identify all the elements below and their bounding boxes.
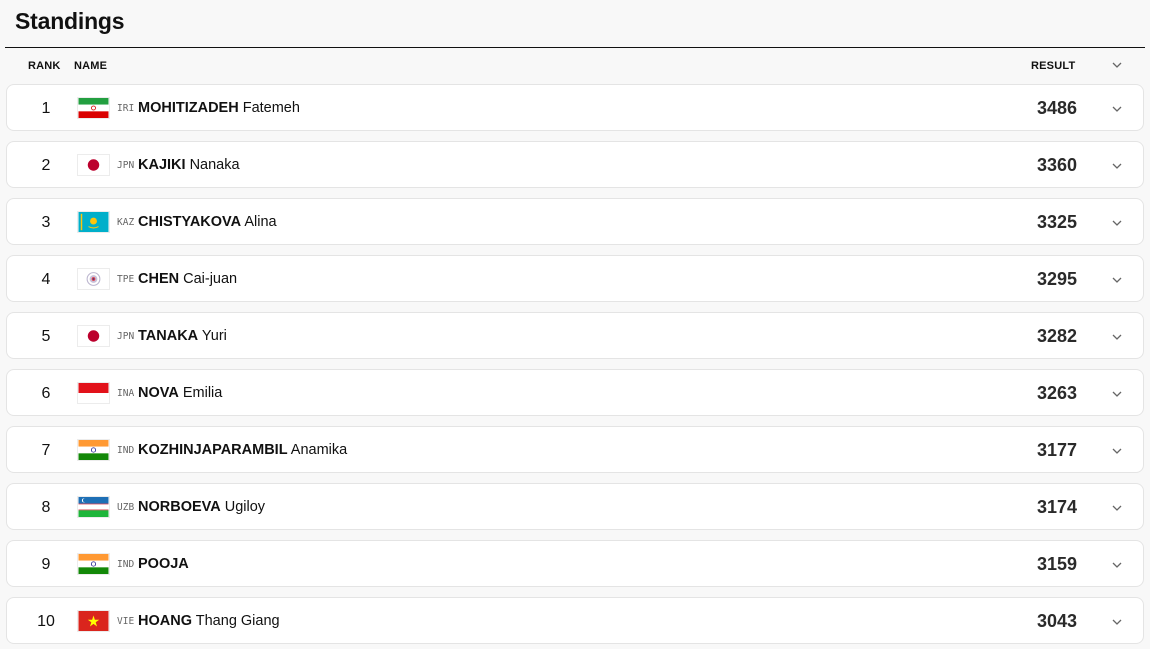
japan-flag-icon (77, 154, 110, 176)
country-code: UZB (117, 502, 135, 513)
result-value: 3043 (1036, 611, 1077, 631)
athlete-surname: NORBOEVA (138, 499, 221, 515)
athlete-name: NOVA Emilia (138, 370, 222, 417)
athlete-name: MOHITIZADEH Fatemeh (138, 85, 300, 132)
athlete-given-name: Anamika (290, 442, 348, 458)
iran-flag-icon (77, 97, 110, 119)
athlete-name: KAJIKI Nanaka (138, 142, 240, 189)
chevron-down-icon[interactable] (1110, 615, 1124, 629)
athlete-surname: TANAKA (138, 328, 199, 344)
uzbekistan-flag-icon (77, 496, 110, 518)
country-code: IRI (117, 103, 135, 114)
table-row[interactable]: 5 JPN TANAKA Yuri 3282 (6, 312, 1144, 359)
chevron-down-icon[interactable] (1110, 330, 1124, 344)
chevron-down-icon[interactable] (1110, 444, 1124, 458)
title-divider (5, 47, 1145, 48)
chevron-down-icon[interactable] (1110, 387, 1124, 401)
athlete-surname: KOZHINJAPARAMBIL (138, 442, 288, 458)
japan-flag-icon (77, 325, 110, 347)
column-header-result: RESULT (1031, 60, 1076, 72)
country-code: VIE (117, 616, 135, 627)
chinese-taipei-flag-icon (77, 268, 110, 290)
rank-cell: 10 (37, 613, 55, 630)
rank-cell: 6 (41, 385, 51, 402)
country-code: JPN (117, 331, 135, 342)
table-row[interactable]: 9 IND POOJA 3159 (6, 540, 1144, 587)
table-row[interactable]: 3 KAZ CHISTYAKOVA Alina 3325 (6, 198, 1144, 245)
column-header-rank: RANK (28, 60, 61, 72)
rank-cell: 8 (41, 499, 51, 516)
rank-cell: 7 (41, 442, 51, 459)
athlete-name: NORBOEVA Ugiloy (138, 484, 265, 531)
result-value: 3174 (1036, 497, 1077, 517)
athlete-surname: CHISTYAKOVA (138, 214, 242, 230)
table-row[interactable]: 6 INA NOVA Emilia 3263 (6, 369, 1144, 416)
chevron-down-icon[interactable] (1110, 159, 1124, 173)
result-value: 3159 (1036, 554, 1077, 574)
athlete-surname: NOVA (138, 385, 179, 401)
result-value: 3325 (1036, 212, 1077, 232)
page-title: Standings (15, 8, 125, 34)
country-code: TPE (117, 274, 135, 285)
table-row[interactable]: 8 UZB NORBOEVA Ugiloy 3174 (6, 483, 1144, 530)
athlete-given-name: Alina (244, 214, 277, 230)
table-row[interactable]: 10 VIE HOANG Thang Giang 3043 (6, 597, 1144, 644)
result-value: 3263 (1036, 383, 1077, 403)
india-flag-icon (77, 553, 110, 575)
rank-cell: 5 (41, 328, 51, 345)
chevron-down-icon[interactable] (1110, 216, 1124, 230)
athlete-given-name: Fatemeh (242, 100, 300, 116)
athlete-surname: MOHITIZADEH (138, 100, 239, 116)
rank-cell: 3 (41, 214, 51, 231)
athlete-surname: KAJIKI (138, 157, 186, 173)
column-header-name: NAME (74, 60, 108, 72)
country-code: JPN (117, 160, 135, 171)
rank-cell: 9 (41, 556, 51, 573)
india-flag-icon (77, 439, 110, 461)
athlete-name: CHISTYAKOVA Alina (138, 199, 277, 246)
athlete-name: HOANG Thang Giang (138, 598, 280, 645)
athlete-given-name: Nanaka (189, 157, 240, 173)
athlete-given-name: Thang Giang (195, 613, 280, 629)
athlete-name: KOZHINJAPARAMBIL Anamika (138, 427, 347, 474)
chevron-down-icon[interactable] (1110, 558, 1124, 572)
result-value: 3177 (1036, 440, 1077, 460)
athlete-surname: POOJA (138, 556, 189, 572)
result-value: 3282 (1036, 326, 1077, 346)
result-value: 3360 (1036, 155, 1077, 175)
athlete-name: TANAKA Yuri (138, 313, 227, 360)
chevron-down-icon[interactable] (1110, 102, 1124, 116)
table-row[interactable]: 2 JPN KAJIKI Nanaka 3360 (6, 141, 1144, 188)
indonesia-flag-icon (77, 382, 110, 404)
country-code: INA (117, 388, 135, 399)
result-value: 3486 (1036, 98, 1077, 118)
chevron-down-icon[interactable] (1110, 501, 1124, 515)
country-code: KAZ (117, 217, 135, 228)
athlete-given-name: Yuri (201, 328, 227, 344)
athlete-surname: HOANG (138, 613, 192, 629)
athlete-given-name: Emilia (182, 385, 223, 401)
rank-cell: 2 (41, 157, 51, 174)
chevron-down-icon[interactable] (1110, 273, 1124, 287)
result-value: 3295 (1036, 269, 1077, 289)
rank-cell: 4 (41, 271, 51, 288)
table-row[interactable]: 1 IRI MOHITIZADEH Fatemeh 3486 (6, 84, 1144, 131)
athlete-given-name: Cai-juan (183, 271, 238, 287)
athlete-name: POOJA (138, 541, 189, 588)
table-row[interactable]: 4 TPE CHEN Cai-juan 3295 (6, 255, 1144, 302)
vietnam-flag-icon (77, 610, 110, 632)
rank-cell: 1 (41, 100, 51, 117)
chevron-down-icon[interactable] (1110, 58, 1124, 72)
country-code: IND (117, 559, 135, 570)
athlete-given-name: Ugiloy (224, 499, 266, 515)
country-code: IND (117, 445, 135, 456)
kazakhstan-flag-icon (77, 211, 110, 233)
athlete-name: CHEN Cai-juan (138, 256, 237, 303)
athlete-surname: CHEN (138, 271, 180, 287)
table-row[interactable]: 7 IND KOZHINJAPARAMBIL Anamika 3177 (6, 426, 1144, 473)
